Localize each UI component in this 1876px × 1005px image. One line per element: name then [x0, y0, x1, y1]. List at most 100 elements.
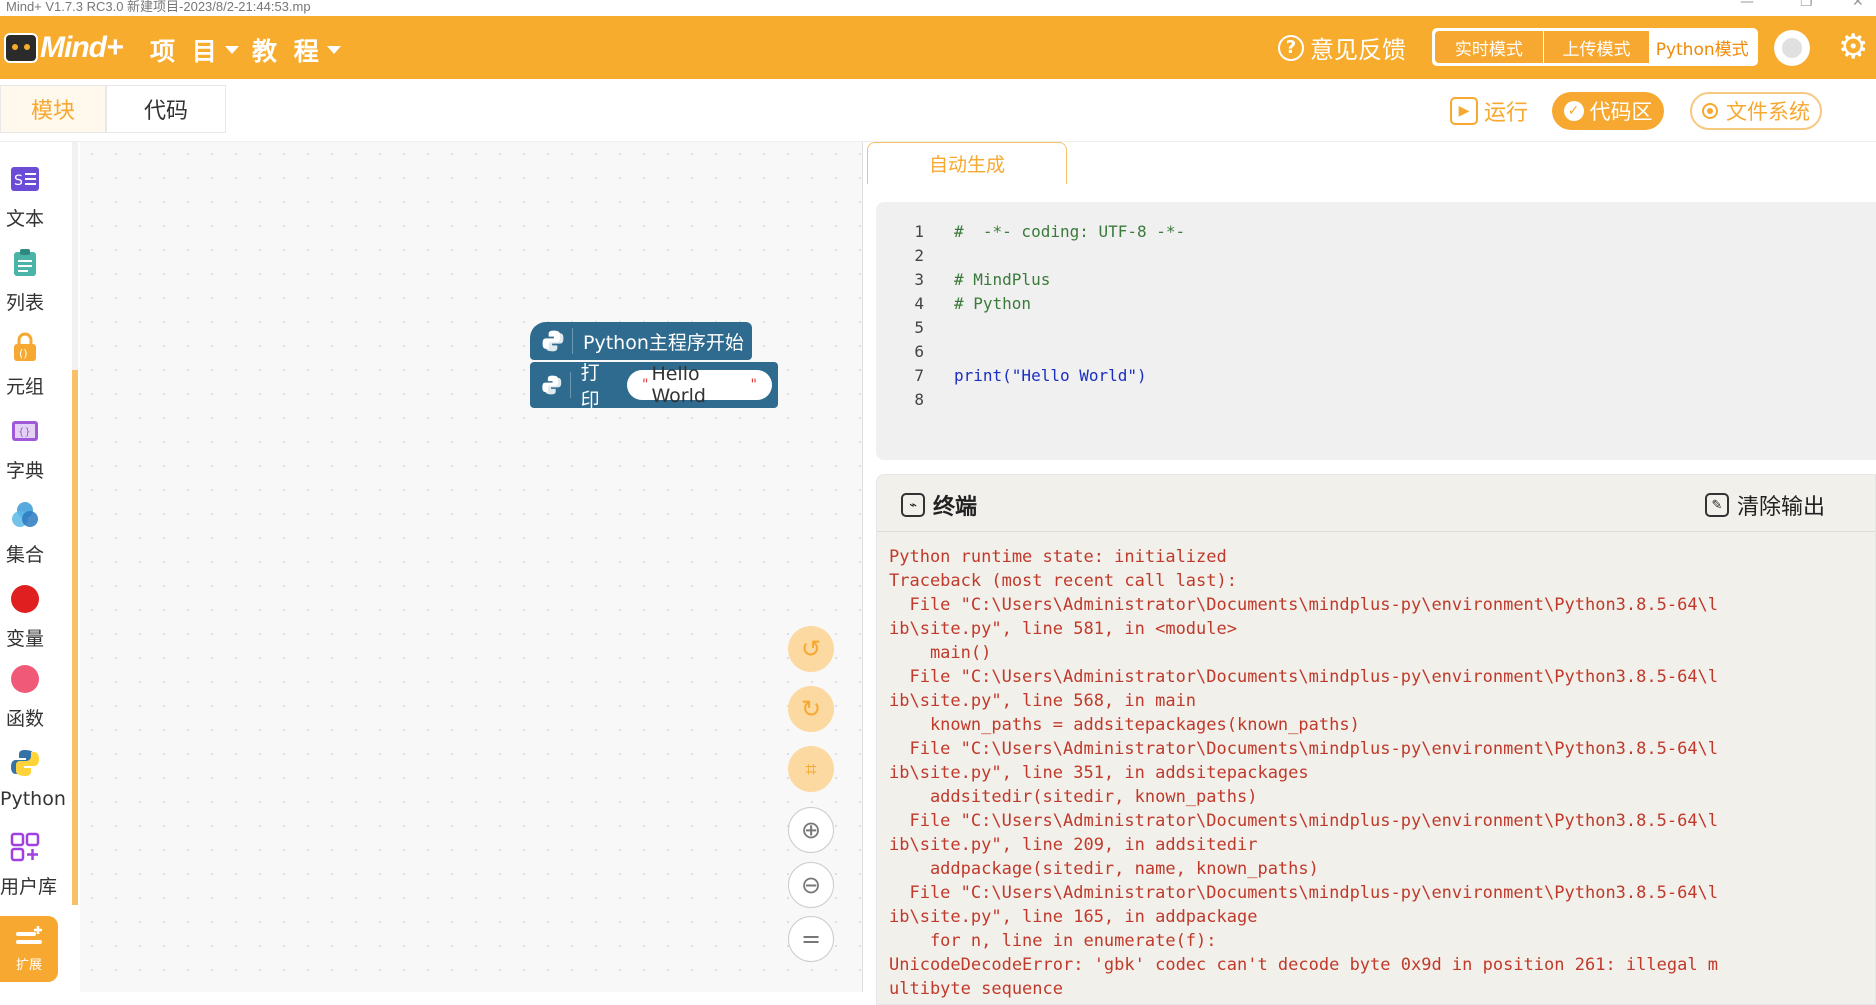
- gear-icon[interactable]: ⚙: [1838, 30, 1872, 64]
- chevron-down-icon: [326, 46, 341, 54]
- clear-output-button[interactable]: ✎ 清除输出: [1705, 489, 1825, 521]
- line-number: 3: [914, 270, 924, 289]
- zoom-in-icon: ⊕: [800, 816, 822, 844]
- print-string-input[interactable]: " Hello World ": [627, 363, 772, 407]
- app-logo: Mind+: [4, 26, 123, 70]
- category-tuple[interactable]: () 元组: [0, 332, 50, 399]
- eraser-icon: ✎: [1705, 493, 1729, 517]
- feedback-label: 意见反馈: [1310, 36, 1406, 64]
- python-icon: [542, 372, 571, 398]
- category-variable[interactable]: 变量: [0, 584, 50, 651]
- close-icon[interactable]: ✕: [1852, 0, 1864, 10]
- undo-icon: ↺: [800, 635, 822, 663]
- zoom-out-button[interactable]: ⊖: [788, 862, 834, 908]
- quote-icon: ": [642, 377, 649, 393]
- text-icon: S: [11, 167, 39, 191]
- tab-blocks[interactable]: 模块: [0, 85, 106, 133]
- terminal-line: main(): [889, 643, 992, 663]
- run-button[interactable]: ▶ 运行: [1450, 95, 1528, 127]
- category-set[interactable]: 集合: [0, 500, 50, 567]
- crop-button[interactable]: ⌗: [788, 746, 834, 792]
- tab-code[interactable]: 代码: [106, 85, 226, 133]
- terminal-line: File "C:\Users\Administrator\Documents\m…: [889, 811, 1719, 831]
- check-icon: ✓: [1563, 101, 1584, 121]
- block-print-label: 打印: [580, 362, 600, 411]
- category-label: 字典: [5, 460, 44, 482]
- line-number: 5: [914, 318, 924, 337]
- code-area-button[interactable]: ✓ 代码区: [1552, 92, 1664, 130]
- print-block[interactable]: 打印 " Hello World ": [530, 362, 778, 411]
- file-system-label: 文件系统: [1726, 100, 1810, 124]
- logo-text: Mind+: [40, 31, 123, 64]
- line-number: 7: [914, 366, 924, 385]
- terminal-line: addsitedir(sitedir, known_paths): [889, 787, 1258, 807]
- terminal-title: ⌁ 终端: [901, 489, 977, 521]
- terminal-title-label: 终端: [933, 495, 978, 520]
- category-label: Python: [0, 788, 66, 810]
- terminal-panel: ⌁ 终端 ✎ 清除输出 Python runtime state: initia…: [876, 474, 1876, 1005]
- crop-icon: ⌗: [805, 757, 817, 781]
- terminal-line: ib\site.py", line 581, in <module>: [889, 619, 1237, 639]
- category-user-library[interactable]: 用户库: [0, 832, 58, 899]
- tab-auto-generate[interactable]: 自动生成: [867, 142, 1067, 184]
- category-label: 变量: [5, 628, 44, 650]
- undo-button[interactable]: ↺: [788, 626, 834, 672]
- minimize-icon[interactable]: —: [1740, 0, 1754, 10]
- python-main-block[interactable]: Python主程序开始: [530, 322, 752, 360]
- category-label: 元组: [5, 376, 44, 398]
- zoom-reset-button[interactable]: =: [788, 916, 834, 962]
- terminal-line: ib\site.py", line 165, in addpackage: [889, 907, 1258, 927]
- maximize-icon[interactable]: ❐: [1800, 0, 1813, 10]
- play-icon: ▶: [1450, 97, 1478, 125]
- variable-icon: [11, 585, 39, 613]
- question-icon: ?: [1278, 34, 1304, 61]
- line-number: 6: [914, 342, 924, 361]
- list-icon: [14, 249, 36, 276]
- category-text[interactable]: S 文本: [0, 164, 50, 231]
- code-editor[interactable]: 1 # -*- coding: UTF-8 -*- 2 3 # MindPlus…: [876, 202, 1876, 460]
- block-main-label: Python主程序开始: [583, 331, 744, 354]
- robot-logo-icon: [4, 33, 38, 63]
- terminal-line: File "C:\Users\Administrator\Documents\m…: [889, 595, 1719, 615]
- terminal-line: UnicodeDecodeError: 'gbk' codec can't de…: [889, 955, 1719, 975]
- line-number: 2: [914, 246, 924, 265]
- terminal-output: Python runtime state: initialized Traceba…: [889, 545, 1718, 1001]
- file-system-button[interactable]: 文件系统: [1690, 92, 1822, 130]
- redo-button[interactable]: ↻: [788, 686, 834, 732]
- radio-icon: [1702, 103, 1718, 119]
- mode-python[interactable]: Python模式: [1649, 31, 1755, 63]
- code-area-label: 代码区: [1589, 100, 1653, 124]
- menu-project[interactable]: 项 目: [150, 32, 239, 68]
- category-list[interactable]: 列表: [0, 248, 50, 315]
- category-label: 列表: [5, 292, 44, 314]
- mode-realtime[interactable]: 实时模式: [1435, 31, 1544, 63]
- line-number: 4: [914, 294, 924, 313]
- svg-text:S: S: [14, 173, 23, 189]
- category-dict[interactable]: {} 字典: [0, 416, 50, 483]
- terminal-header: ⌁ 终端 ✎ 清除输出: [877, 475, 1875, 532]
- terminal-line: Traceback (most recent call last):: [889, 571, 1237, 591]
- mode-upload[interactable]: 上传模式: [1543, 31, 1650, 63]
- link-icon: ⌁: [901, 493, 925, 517]
- sidebar-scrollbar-thumb[interactable]: [72, 370, 78, 905]
- category-function[interactable]: 函数: [0, 664, 50, 731]
- mode-switcher: 实时模式 上传模式 Python模式: [1432, 28, 1758, 66]
- zoom-in-button[interactable]: ⊕: [788, 807, 834, 853]
- print-string-value: Hello World: [651, 363, 706, 407]
- avatar[interactable]: [1774, 30, 1810, 66]
- feedback-button[interactable]: ? 意见反馈: [1278, 30, 1406, 65]
- extension-label: 扩展: [15, 957, 42, 973]
- zoom-out-icon: ⊖: [800, 871, 822, 899]
- extension-icon: [16, 925, 42, 944]
- extension-button[interactable]: 扩展: [0, 916, 58, 982]
- menu-tutorial[interactable]: 教 程: [252, 32, 341, 68]
- line-number: 1: [914, 222, 924, 241]
- category-sidebar: S 文本 列表 () 元组 {} 字典 集合 变量 函数 Python 用户库: [0, 142, 72, 1005]
- equals-icon: =: [800, 925, 822, 953]
- code-line: # Python: [954, 294, 1032, 313]
- category-python[interactable]: Python: [0, 748, 66, 810]
- category-label: 用户库: [0, 876, 58, 898]
- window-titlebar: Mind+ V1.7.3 RC3.0 新建项目-2023/8/2-21:44:5…: [0, 0, 1876, 16]
- block-workspace[interactable]: [80, 142, 863, 992]
- code-line: # -*- coding: UTF-8 -*-: [954, 222, 1186, 241]
